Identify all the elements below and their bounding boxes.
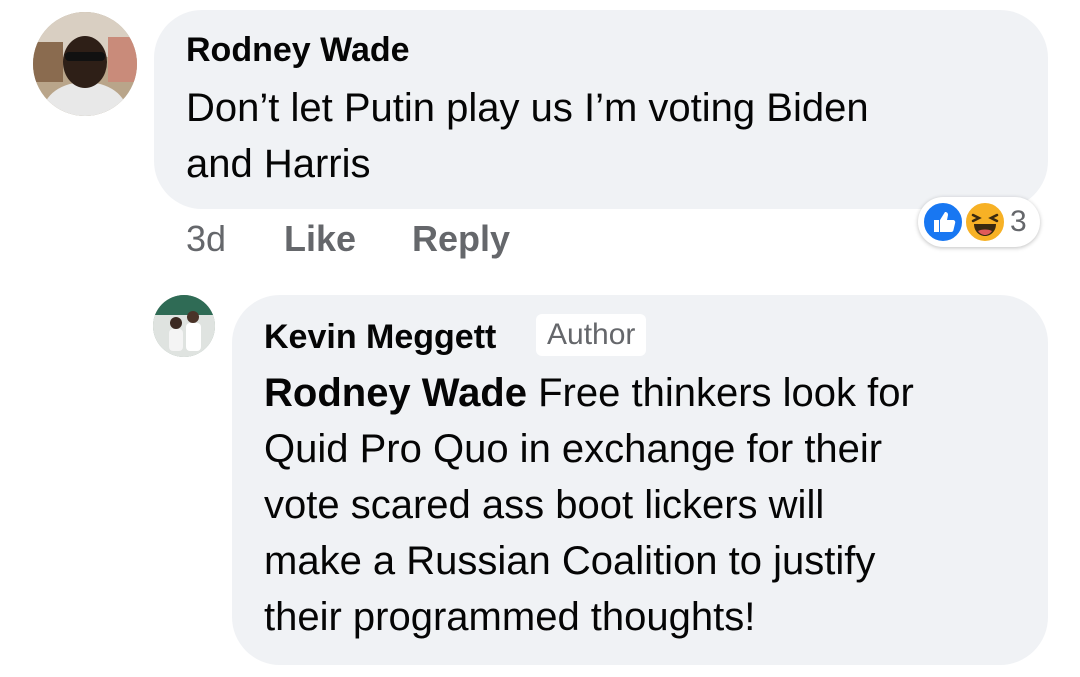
comment-bubble: Kevin Meggett Author Rodney Wade Free th… bbox=[232, 295, 1048, 665]
avatar-photo-icon bbox=[153, 295, 215, 357]
avatar[interactable] bbox=[33, 12, 137, 116]
comment-text-segment: Free thinkers look for bbox=[527, 371, 914, 415]
reply-button[interactable]: Reply bbox=[412, 214, 510, 264]
author-badge: Author bbox=[536, 314, 647, 356]
haha-reaction-icon bbox=[964, 201, 1006, 243]
comment-timestamp[interactable]: 3d bbox=[186, 214, 226, 264]
comment-text-line: Quid Pro Quo in exchange for their bbox=[264, 427, 883, 471]
comment-text-line: and Harris bbox=[186, 142, 371, 186]
like-button[interactable]: Like bbox=[284, 214, 356, 264]
comment-thread: Rodney Wade Don’t let Putin play us I’m … bbox=[0, 0, 1080, 677]
comment-author[interactable]: Kevin Meggett bbox=[264, 317, 496, 357]
comment-text: Don’t let Putin play us I’m voting Biden… bbox=[186, 80, 869, 192]
comment-bubble: Rodney Wade Don’t let Putin play us I’m … bbox=[154, 10, 1048, 209]
reaction-count: 3 bbox=[1010, 205, 1027, 238]
reaction-summary[interactable]: 3 bbox=[918, 197, 1040, 247]
avatar-photo-icon bbox=[33, 12, 137, 116]
mention-link[interactable]: Rodney Wade bbox=[264, 371, 527, 415]
comment-text-line: Don’t let Putin play us I’m voting Biden bbox=[186, 86, 869, 130]
comment-text-line: vote scared ass boot lickers will bbox=[264, 483, 825, 527]
comment-text-line: Rodney Wade Free thinkers look for bbox=[264, 365, 914, 421]
comment-author[interactable]: Rodney Wade bbox=[186, 30, 410, 70]
comment-text-line: make a Russian Coalition to justify bbox=[264, 539, 876, 583]
like-reaction-icon bbox=[922, 201, 964, 243]
avatar[interactable] bbox=[153, 295, 215, 357]
comment-text: Rodney Wade Free thinkers look for Quid … bbox=[264, 365, 914, 645]
comment-text-line: their programmed thoughts! bbox=[264, 595, 756, 639]
